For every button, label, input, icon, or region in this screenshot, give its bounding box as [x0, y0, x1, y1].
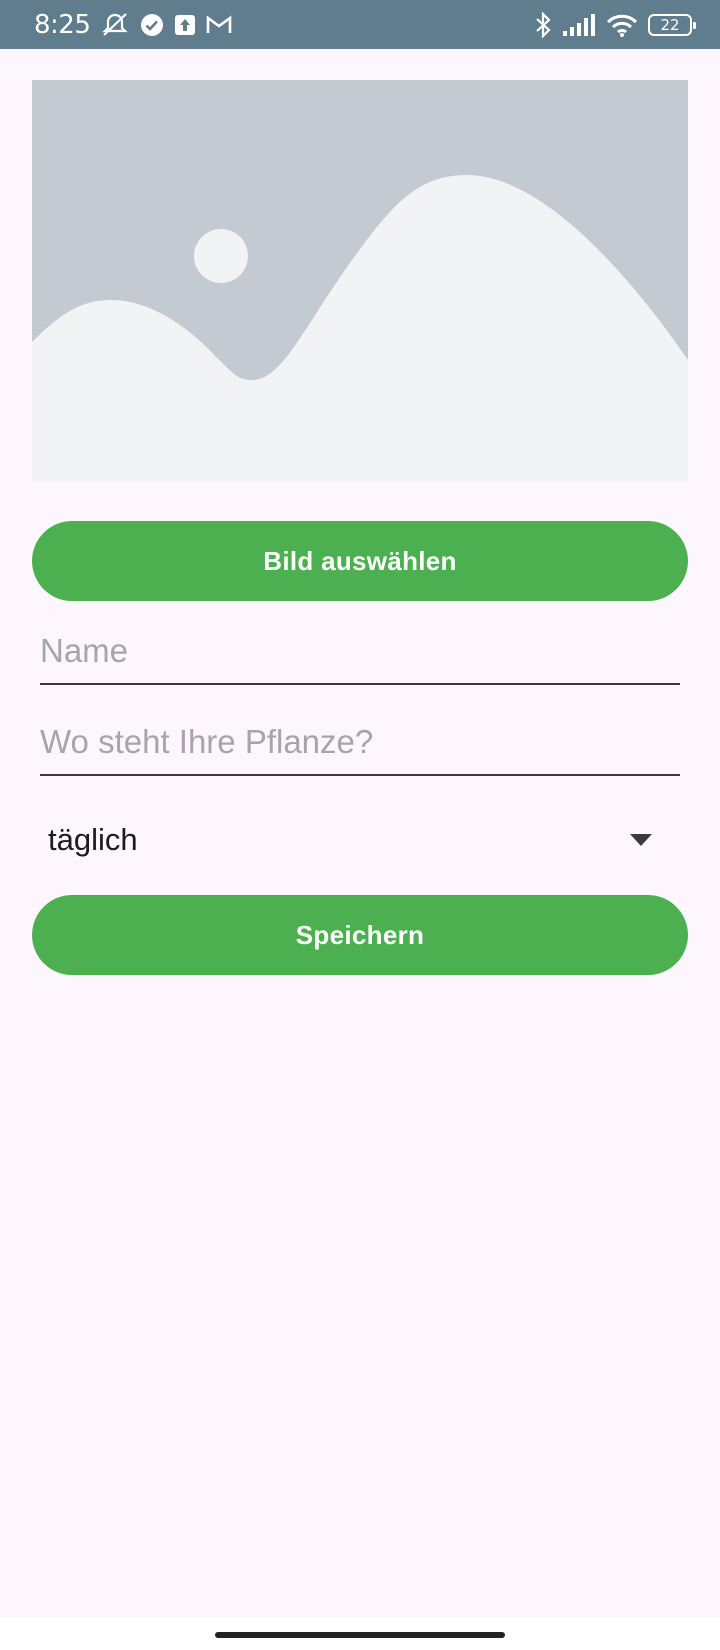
select-image-button[interactable]: Bild auswählen: [32, 521, 688, 601]
check-circle-icon: [140, 13, 164, 37]
status-bar-right: 22: [534, 10, 696, 39]
home-gesture-handle[interactable]: [215, 1632, 505, 1638]
gmail-icon: [206, 14, 232, 35]
status-bar-left: 8:25: [34, 10, 232, 40]
bluetooth-icon: [534, 10, 552, 39]
signal-icon: [562, 13, 596, 37]
upload-icon: [174, 14, 196, 36]
dropdown-arrow-icon: [630, 834, 652, 846]
battery-icon: 22: [648, 13, 696, 36]
frequency-dropdown[interactable]: täglich: [40, 812, 680, 868]
name-input[interactable]: [40, 627, 680, 685]
alarm-off-icon: [100, 12, 130, 38]
status-bar: 8:25 22: [0, 0, 720, 49]
status-time: 8:25: [34, 9, 91, 40]
image-placeholder-icon: [32, 80, 688, 481]
wifi-icon: [606, 13, 638, 37]
frequency-selected-value: täglich: [48, 822, 138, 857]
save-button[interactable]: Speichern: [32, 895, 688, 975]
location-input[interactable]: [40, 718, 680, 776]
